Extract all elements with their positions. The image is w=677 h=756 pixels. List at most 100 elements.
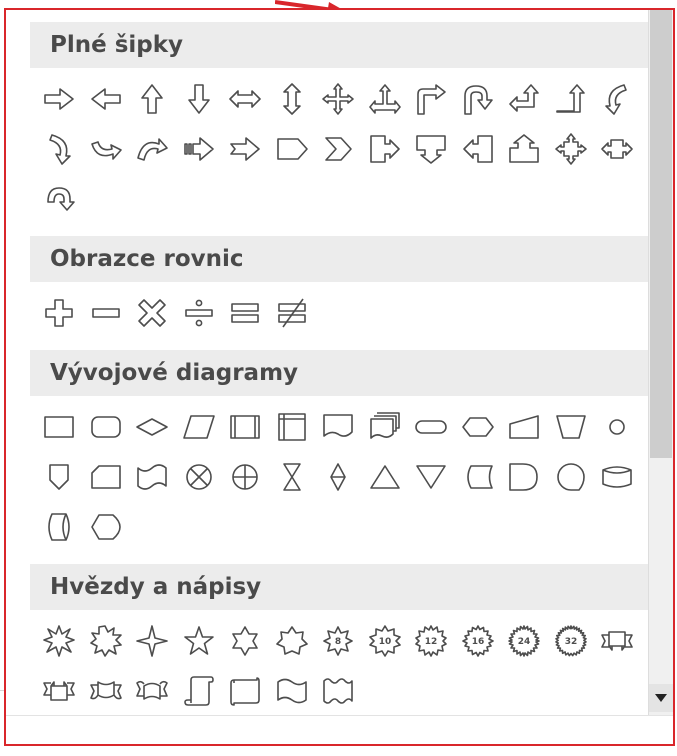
flow-sequential-storage-shape-button[interactable]: [548, 452, 595, 502]
flow-alternate-process-icon: [90, 416, 121, 438]
flow-sort-icon: [330, 463, 347, 491]
star-4-shape-button[interactable]: [129, 616, 176, 666]
flow-manual-operation-shape-button[interactable]: [548, 402, 595, 452]
flow-multidocument-shape-button[interactable]: [362, 402, 409, 452]
callout-right-arrow-shape-button[interactable]: [362, 124, 409, 174]
flow-collate-shape-button[interactable]: [269, 452, 316, 502]
multiply-shape-button[interactable]: [129, 288, 176, 338]
arrow-right-shape-button[interactable]: [36, 74, 83, 124]
callout-up-arrow-shape-button[interactable]: [501, 124, 548, 174]
flow-manual-input-shape-button[interactable]: [501, 402, 548, 452]
star-5-icon: [183, 626, 214, 655]
arrow-curved-down-shape-button[interactable]: [129, 124, 176, 174]
flow-merge-shape-button[interactable]: [408, 452, 455, 502]
star-6-shape-button[interactable]: [222, 616, 269, 666]
arrow-left-right-up-shape-button[interactable]: [362, 74, 409, 124]
scroll-vertical-shape-button[interactable]: [176, 666, 223, 716]
star-12-shape-button[interactable]: 12: [408, 616, 455, 666]
wave-shape-button[interactable]: [269, 666, 316, 716]
flow-punched-tape-shape-button[interactable]: [129, 452, 176, 502]
flow-connector-shape-button[interactable]: [594, 402, 641, 452]
callout-down-arrow-icon: [416, 135, 447, 164]
flow-alternate-process-shape-button[interactable]: [83, 402, 130, 452]
ribbon-up-shape-button[interactable]: [36, 666, 83, 716]
flow-stored-data-shape-button[interactable]: [455, 452, 502, 502]
arrow-striped-right-shape-button[interactable]: [176, 124, 223, 174]
star-7-shape-button[interactable]: [269, 616, 316, 666]
flow-magnetic-disk-shape-button[interactable]: [594, 452, 641, 502]
explosion-2-icon: [89, 625, 122, 657]
arrow-bent-shape-button[interactable]: [408, 74, 455, 124]
equal-shape-button[interactable]: [222, 288, 269, 338]
not-equal-shape-button[interactable]: [269, 288, 316, 338]
flow-process-shape-button[interactable]: [36, 402, 83, 452]
flow-summing-shape-button[interactable]: [176, 452, 223, 502]
arrow-up-down-shape-button[interactable]: [269, 74, 316, 124]
section-title: Obrazce rovnic: [50, 246, 244, 272]
section-header: Plné šipky: [30, 22, 653, 68]
flow-card-shape-button[interactable]: [83, 452, 130, 502]
flow-or-shape-button[interactable]: [222, 452, 269, 502]
star-32-shape-button[interactable]: 32: [548, 616, 595, 666]
callout-left-arrow-shape-button[interactable]: [455, 124, 502, 174]
callout-quad-arrow-shape-button[interactable]: [548, 124, 595, 174]
scroll-horizontal-shape-button[interactable]: [222, 666, 269, 716]
svg-text:12: 12: [425, 637, 438, 647]
flow-terminator-shape-button[interactable]: [408, 402, 455, 452]
flow-extract-shape-button[interactable]: [362, 452, 409, 502]
plus-icon: [45, 299, 74, 327]
ribbon-down-shape-button[interactable]: [594, 616, 641, 666]
circular-arrow-shape-button[interactable]: [36, 174, 83, 224]
arrow-notched-right-shape-button[interactable]: [222, 124, 269, 174]
flow-decision-shape-button[interactable]: [129, 402, 176, 452]
ribbon-curved-down-shape-button[interactable]: [83, 666, 130, 716]
arrow-left-up-shape-button[interactable]: [501, 74, 548, 124]
arrow-curved-down-icon: [137, 138, 169, 161]
flow-delay-shape-button[interactable]: [501, 452, 548, 502]
callout-down-arrow-shape-button[interactable]: [408, 124, 455, 174]
explosion-1-shape-button[interactable]: [36, 616, 83, 666]
arrow-curved-right-shape-button[interactable]: [594, 74, 641, 124]
flow-predefined-shape-button[interactable]: [222, 402, 269, 452]
star-5-shape-button[interactable]: [176, 616, 223, 666]
svg-text:8: 8: [335, 637, 341, 647]
callout-left-right-arrow-icon: [601, 139, 634, 159]
arrow-u-turn-shape-button[interactable]: [455, 74, 502, 124]
division-icon: [184, 299, 213, 327]
minus-shape-button[interactable]: [83, 288, 130, 338]
flow-display-shape-button[interactable]: [83, 502, 130, 552]
scroll-down-button[interactable]: [649, 684, 673, 712]
arrow-up-shape-button[interactable]: [129, 74, 176, 124]
arrow-curved-up-shape-button[interactable]: [83, 124, 130, 174]
arrow-notched-right-icon: [230, 137, 261, 161]
flow-data-shape-button[interactable]: [176, 402, 223, 452]
flow-offpage-shape-button[interactable]: [36, 452, 83, 502]
flow-preparation-shape-button[interactable]: [455, 402, 502, 452]
arrow-left-shape-button[interactable]: [83, 74, 130, 124]
star-4-icon: [136, 625, 169, 657]
flow-direct-storage-shape-button[interactable]: [36, 502, 83, 552]
callout-left-arrow-icon: [462, 135, 493, 163]
arrow-quad-shape-button[interactable]: [315, 74, 362, 124]
pentagon-shape-button[interactable]: [269, 124, 316, 174]
arrow-left-right-shape-button[interactable]: [222, 74, 269, 124]
arrow-curved-left-shape-button[interactable]: [36, 124, 83, 174]
flow-document-shape-button[interactable]: [315, 402, 362, 452]
scrollbar-thumb[interactable]: [650, 10, 672, 458]
plus-shape-button[interactable]: [36, 288, 83, 338]
scrollbar[interactable]: [648, 10, 673, 744]
ribbon-curved-up-shape-button[interactable]: [129, 666, 176, 716]
star-24-shape-button[interactable]: 24: [501, 616, 548, 666]
chevron-shape-button[interactable]: [315, 124, 362, 174]
flow-sort-shape-button[interactable]: [315, 452, 362, 502]
division-shape-button[interactable]: [176, 288, 223, 338]
star-10-shape-button[interactable]: 10: [362, 616, 409, 666]
star-16-shape-button[interactable]: 16: [455, 616, 502, 666]
arrow-down-shape-button[interactable]: [176, 74, 223, 124]
flow-internal-storage-shape-button[interactable]: [269, 402, 316, 452]
double-wave-shape-button[interactable]: [315, 666, 362, 716]
explosion-2-shape-button[interactable]: [83, 616, 130, 666]
arrow-bent-up-shape-button[interactable]: [548, 74, 595, 124]
star-8-shape-button[interactable]: 8: [315, 616, 362, 666]
callout-left-right-arrow-shape-button[interactable]: [594, 124, 641, 174]
